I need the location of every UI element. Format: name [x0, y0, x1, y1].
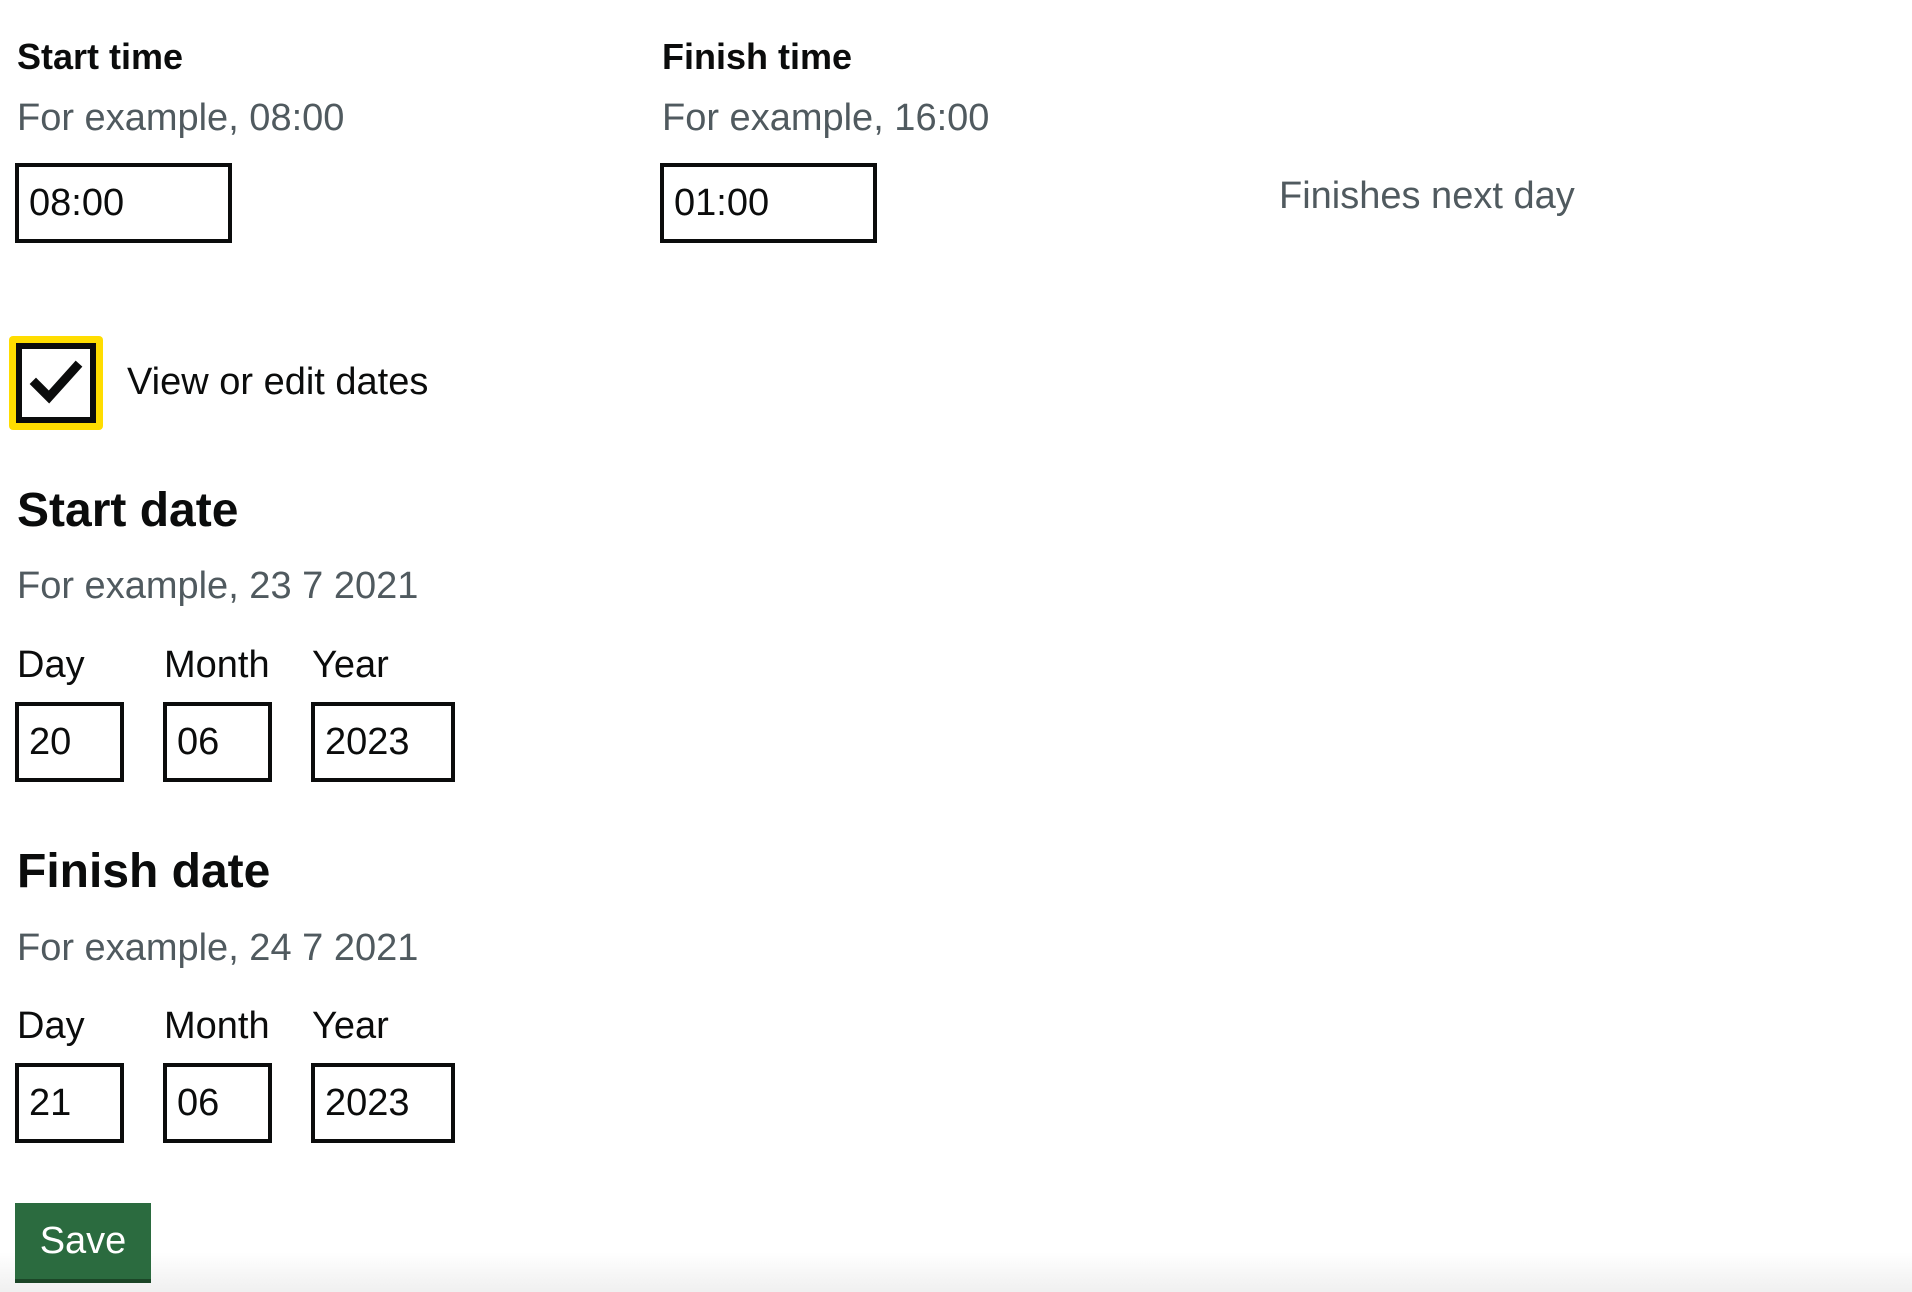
start-year-label: Year: [312, 644, 389, 686]
finish-date-hint: For example, 24 7 2021: [17, 927, 419, 969]
start-time-label: Start time: [17, 36, 184, 77]
bottom-fade: [0, 1252, 1912, 1292]
start-day-input[interactable]: [15, 702, 124, 782]
view-dates-checkbox[interactable]: [9, 336, 103, 430]
start-month-input[interactable]: [163, 702, 272, 782]
finish-day-label: Day: [17, 1005, 85, 1047]
start-year-input[interactable]: [311, 702, 455, 782]
checkbox-box: [16, 343, 96, 423]
finish-time-input[interactable]: [660, 163, 877, 243]
start-month-label: Month: [164, 644, 270, 686]
finish-day-input[interactable]: [15, 1063, 124, 1143]
finish-month-input[interactable]: [163, 1063, 272, 1143]
finish-date-heading: Finish date: [17, 845, 271, 898]
finish-year-input[interactable]: [311, 1063, 455, 1143]
save-button[interactable]: Save: [15, 1203, 151, 1283]
start-day-label: Day: [17, 644, 85, 686]
view-dates-label[interactable]: View or edit dates: [127, 360, 428, 404]
finish-time-label: Finish time: [662, 36, 853, 77]
checkmark-icon: [29, 360, 83, 404]
finish-month-label: Month: [164, 1005, 270, 1047]
start-time-input[interactable]: [15, 163, 232, 243]
start-time-hint: For example, 08:00: [17, 97, 345, 139]
finish-time-hint: For example, 16:00: [662, 97, 990, 139]
start-date-hint: For example, 23 7 2021: [17, 565, 419, 607]
start-date-heading: Start date: [17, 484, 239, 537]
finish-year-label: Year: [312, 1005, 389, 1047]
finishes-next-day-note: Finishes next day: [1279, 175, 1575, 217]
